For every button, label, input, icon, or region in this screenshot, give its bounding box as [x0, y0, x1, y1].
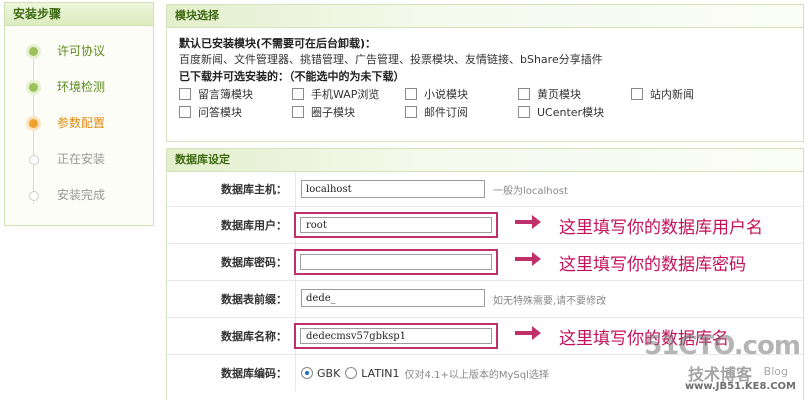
checkbox[interactable] [405, 106, 417, 118]
database-panel-title: 数据库设定 [167, 149, 803, 172]
checkbox[interactable] [179, 106, 191, 118]
option-label: 小说模块 [424, 88, 468, 101]
installed-modules-label: 默认已安装模块(不需要可在后台卸载)： [179, 37, 377, 50]
arrow-right-icon [515, 326, 541, 340]
step-pending-dot-icon [29, 155, 39, 165]
watermark-logo-text: 51CTO.com [644, 331, 801, 361]
db-host-input[interactable]: localhost [301, 180, 485, 198]
encoding-gbk-radio[interactable] [301, 367, 313, 379]
checkbox[interactable] [518, 106, 530, 118]
install-steps-sidebar: 安装步骤 许可协议 环境检测 参数配置 正在安装 安装完成 [4, 2, 154, 226]
step-complete: 安装完成 [5, 182, 153, 218]
db-encoding-label: 数据库编码： [221, 367, 287, 380]
step-current-dot-icon [29, 119, 38, 128]
db-host-label: 数据库主机： [221, 183, 287, 196]
arrow-right-icon [515, 215, 541, 229]
step-label: 正在安装 [57, 152, 106, 166]
option-label: 留言簿模块 [198, 88, 253, 101]
db-host-row: 数据库主机： localhost 一般为localhost [167, 172, 803, 207]
row-divider [295, 355, 296, 391]
checkbox[interactable] [631, 88, 643, 100]
step-license: 许可协议 [5, 38, 153, 74]
encoding-latin1-radio[interactable] [345, 367, 358, 379]
checkbox[interactable] [518, 88, 530, 100]
row-divider [295, 281, 296, 317]
step-config: 参数配置 [5, 110, 153, 146]
db-user-annotation: 这里填写你的数据库用户名 [559, 217, 763, 238]
step-pending-dot-icon [29, 191, 39, 201]
step-label: 参数配置 [57, 116, 106, 130]
db-prefix-input[interactable]: dede_ [301, 289, 485, 307]
step-label: 环境检测 [57, 80, 106, 94]
option-label: 手机WAP浏览 [311, 88, 380, 101]
encoding-hint: 仅对4.1+以上版本的MySql选择 [404, 369, 549, 381]
optional-modules-grid: 留言簿模块 手机WAP浏览 小说模块 黄页模块 站内新闻 问答模块 圈子模块 邮… [179, 87, 791, 119]
row-divider [295, 172, 296, 206]
db-name-label: 数据库名称： [221, 330, 287, 343]
db-user-input[interactable]: root [300, 217, 492, 233]
db-host-hint: 一般为localhost [493, 185, 568, 197]
arrow-right-icon [515, 252, 541, 266]
db-password-label: 数据库密码： [221, 256, 287, 269]
module-option-ucenter[interactable]: UCenter模块 [518, 105, 631, 119]
module-selection-panel: 模块选择 默认已安装模块(不需要可在后台卸载)： 百度新闻、文件管理器、挑错管理… [166, 4, 804, 142]
site-watermark: 51CTO.com 技术博客 Blog www.JB51.KE8.COM [644, 331, 802, 395]
db-prefix-row: 数据表前缀： dede_ 如无特殊需要,请不要修改 [167, 281, 803, 318]
encoding-latin1-label[interactable]: LATIN1 [361, 367, 399, 380]
module-option-novel[interactable]: 小说模块 [405, 87, 518, 101]
module-option-circle[interactable]: 圈子模块 [292, 105, 405, 119]
watermark-site: www.JB51.KE8.COM [684, 381, 796, 392]
module-option-qa[interactable]: 问答模块 [179, 105, 292, 119]
step-done-dot-icon [29, 83, 38, 92]
option-label: 站内新闻 [650, 88, 694, 101]
db-name-highlight: dedecmsv57gbksp1 [294, 323, 498, 349]
db-name-input[interactable]: dedecmsv57gbksp1 [300, 328, 492, 344]
module-option-guestbook[interactable]: 留言簿模块 [179, 87, 292, 101]
module-option-wap[interactable]: 手机WAP浏览 [292, 87, 405, 101]
installed-modules-list: 百度新闻、文件管理器、挑错管理、广告管理、投票模块、友情链接、bShare分享插… [179, 53, 603, 66]
step-done-dot-icon [29, 47, 38, 56]
option-label: 圈子模块 [311, 106, 355, 119]
step-label: 安装完成 [57, 188, 106, 202]
db-password-highlight [294, 249, 498, 275]
db-password-row: 数据库密码： 这里填写你的数据库密码 [167, 244, 803, 281]
module-option-yellowpages[interactable]: 黄页模块 [518, 87, 631, 101]
db-prefix-label: 数据表前缀： [221, 293, 287, 306]
option-label: 黄页模块 [537, 88, 581, 101]
steps-list: 许可协议 环境检测 参数配置 正在安装 安装完成 [5, 38, 153, 218]
sidebar-title: 安装步骤 [5, 3, 153, 26]
encoding-gbk-label[interactable]: GBK [317, 367, 340, 380]
optional-modules-label: 已下载并可选安装的：（不能选中的为未下载） [179, 70, 405, 83]
module-option-site-news[interactable]: 站内新闻 [631, 87, 744, 101]
db-user-label: 数据库用户： [221, 219, 287, 232]
option-label: UCenter模块 [537, 106, 605, 119]
step-env-check: 环境检测 [5, 74, 153, 110]
checkbox[interactable] [179, 88, 191, 100]
module-option-mail-subscribe[interactable]: 邮件订阅 [405, 105, 518, 119]
checkbox[interactable] [405, 88, 417, 100]
checkbox[interactable] [292, 88, 304, 100]
db-prefix-hint: 如无特殊需要,请不要修改 [493, 295, 607, 307]
db-user-row: 数据库用户： root 这里填写你的数据库用户名 [167, 207, 803, 244]
db-user-highlight: root [294, 212, 498, 238]
option-label: 问答模块 [198, 106, 242, 119]
step-label: 许可协议 [57, 44, 106, 58]
db-password-input[interactable] [300, 254, 492, 270]
checkbox[interactable] [292, 106, 304, 118]
step-installing: 正在安装 [5, 146, 153, 182]
db-encoding-options: GBK LATIN1 仅对4.1+以上版本的MySql选择 [301, 355, 549, 391]
db-password-annotation: 这里填写你的数据库密码 [559, 254, 746, 275]
watermark-blog: Blog [763, 365, 788, 378]
option-label: 邮件订阅 [424, 106, 468, 119]
module-panel-title: 模块选择 [167, 5, 803, 28]
